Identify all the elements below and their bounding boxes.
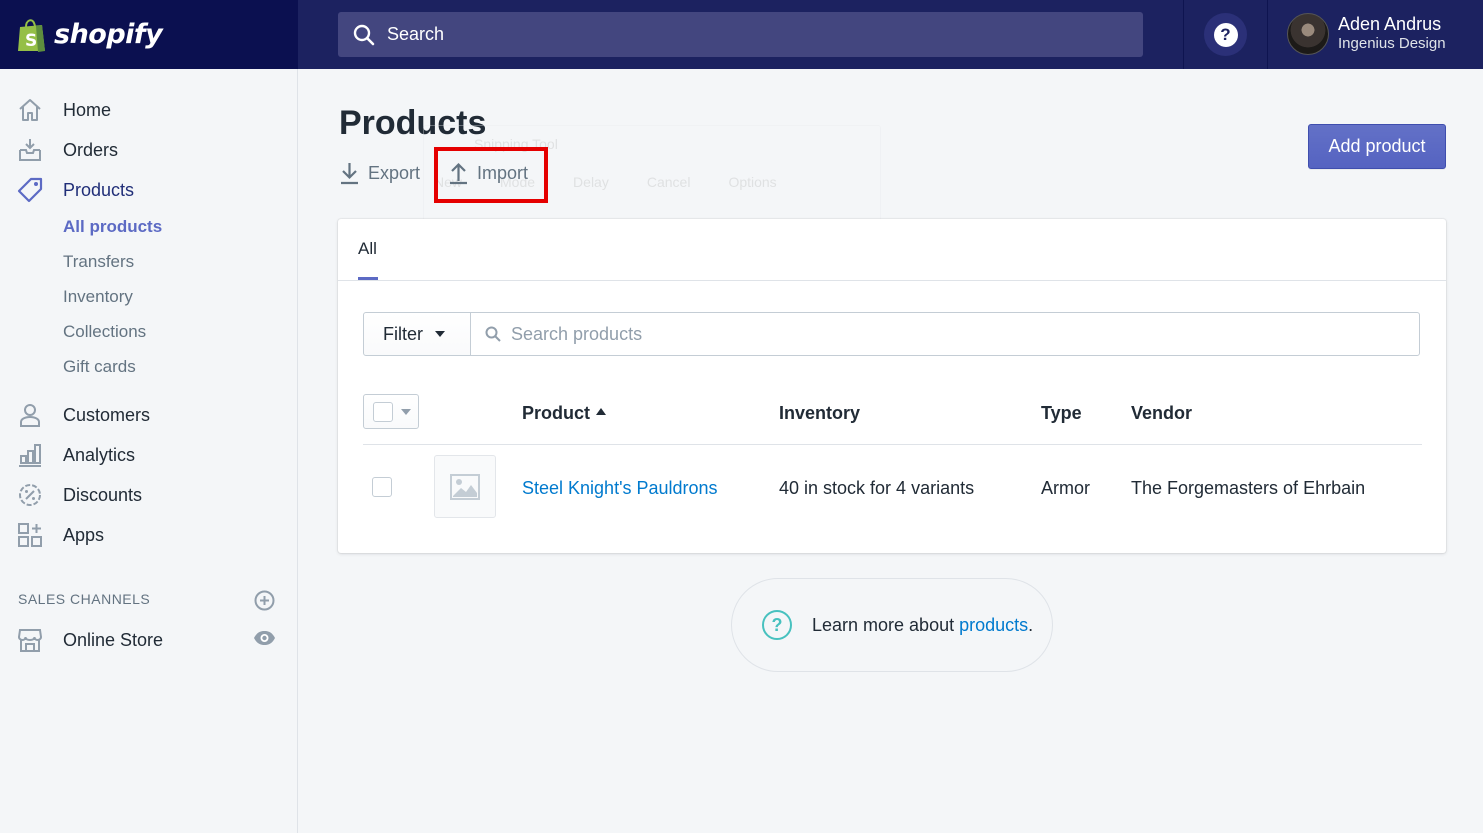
row-checkbox[interactable]: [372, 477, 392, 497]
sidebar-item-label: Analytics: [63, 444, 136, 465]
global-search[interactable]: Search: [338, 12, 1143, 57]
question-circle-icon: ?: [762, 610, 792, 640]
eye-icon[interactable]: [253, 630, 276, 646]
sidebar-item-analytics[interactable]: Analytics: [16, 440, 135, 470]
image-placeholder-icon: [450, 473, 480, 500]
sales-channels-heading: SALES CHANNELS: [18, 591, 151, 607]
header-divider: [363, 444, 1422, 445]
sidebar-item-discounts[interactable]: Discounts: [16, 480, 142, 510]
sidebar-item-products[interactable]: Products: [16, 175, 134, 205]
sidebar-subitem-transfers[interactable]: Transfers: [63, 252, 134, 272]
filter-button[interactable]: Filter: [363, 312, 471, 356]
sidebar-item-label: Customers: [63, 404, 151, 425]
help-button[interactable]: ?: [1204, 13, 1247, 56]
person-icon: [16, 401, 44, 429]
store-icon: [16, 626, 44, 654]
product-inventory: 40 in stock for 4 variants: [779, 478, 975, 498]
overlay-options: Options: [728, 174, 777, 190]
select-all-control[interactable]: [363, 394, 419, 429]
column-header-product[interactable]: Product: [522, 403, 607, 424]
search-icon: [485, 326, 501, 342]
user-name: Aden Andrus: [1338, 14, 1442, 34]
sidebar: Home Orders Products All products Transf…: [0, 69, 298, 833]
column-header-type: Type: [1041, 403, 1082, 423]
product-type: Armor: [1041, 478, 1090, 498]
column-header-vendor: Vendor: [1131, 403, 1193, 423]
add-product-button[interactable]: Add product: [1308, 124, 1446, 169]
global-search-placeholder: Search: [387, 24, 445, 44]
learn-more-prefix: Learn more about: [812, 614, 960, 635]
product-thumbnail[interactable]: [434, 455, 496, 518]
export-button[interactable]: Export: [339, 160, 420, 186]
sidebar-subitem-gift-cards[interactable]: Gift cards: [63, 357, 136, 377]
apps-icon: [16, 521, 44, 549]
sidebar-item-orders[interactable]: Orders: [16, 135, 118, 165]
topbar-divider: [1267, 0, 1268, 69]
tabs-divider: [338, 280, 1446, 281]
overlay-cancel: Cancel: [646, 174, 691, 190]
caret-down-icon: [435, 331, 445, 337]
sidebar-item-apps[interactable]: Apps: [16, 520, 104, 550]
user-org: Ingenius Design: [1338, 35, 1446, 52]
products-card: All Filter Product Inventory Type Vendor…: [338, 219, 1446, 553]
sidebar-item-label: Home: [63, 99, 112, 120]
import-highlight-annotation: [434, 147, 548, 203]
sidebar-item-label: Products: [63, 179, 135, 200]
bar-chart-icon: [16, 441, 44, 469]
sidebar-item-label: Orders: [63, 139, 119, 160]
top-bar: S shopify Search ? Aden Andrus Ingenius …: [0, 0, 1483, 69]
sort-ascending-icon: [596, 407, 607, 415]
download-icon: [341, 163, 358, 185]
product-vendor: The Forgemasters of Ehrbain: [1131, 478, 1366, 498]
shopping-bag-icon: S: [18, 18, 45, 52]
logo-text: shopify: [54, 19, 163, 50]
home-icon: [16, 96, 44, 124]
sidebar-item-label: Apps: [63, 524, 105, 545]
sidebar-subitem-all-products[interactable]: All products: [63, 217, 162, 237]
user-menu[interactable]: Aden Andrus Ingenius Design: [1287, 13, 1446, 55]
svg-text:S: S: [25, 31, 37, 51]
select-all-checkbox[interactable]: [373, 401, 393, 422]
overlay-delay: Delay: [573, 174, 609, 190]
product-name-link[interactable]: Steel Knight's Pauldrons: [522, 478, 718, 499]
sidebar-subitem-collections[interactable]: Collections: [63, 322, 146, 342]
tag-icon: [16, 176, 44, 204]
learn-more-callout: ? Learn more about products.: [731, 578, 1053, 672]
filter-label: Filter: [383, 323, 423, 344]
sidebar-item-label: Discounts: [63, 484, 143, 505]
column-header-inventory: Inventory: [779, 403, 861, 423]
page-title: Products: [339, 104, 487, 142]
sidebar-item-customers[interactable]: Customers: [16, 400, 150, 430]
learn-more-text: Learn more about products.: [812, 615, 1033, 636]
learn-more-suffix: .: [1028, 614, 1034, 635]
orders-icon: [16, 136, 44, 164]
discount-icon: [16, 481, 44, 509]
shopify-logo[interactable]: S shopify: [0, 0, 298, 69]
topbar-divider: [1183, 0, 1184, 69]
search-icon: [353, 24, 375, 45]
export-label: Export: [368, 162, 421, 183]
column-header-label: Product: [522, 403, 591, 423]
learn-more-link[interactable]: products: [959, 615, 1028, 635]
sidebar-item-label: Online Store: [63, 629, 164, 650]
question-icon: ?: [1213, 22, 1238, 47]
avatar: [1287, 13, 1329, 55]
tab-all[interactable]: All: [358, 239, 377, 259]
caret-down-icon[interactable]: [401, 408, 411, 415]
sidebar-item-home[interactable]: Home: [16, 95, 111, 125]
add-sales-channel-icon[interactable]: [254, 590, 275, 611]
search-products-input[interactable]: [511, 323, 1311, 345]
search-products-field[interactable]: [470, 312, 1420, 356]
sidebar-item-online-store[interactable]: Online Store: [16, 625, 163, 655]
sidebar-subitem-inventory[interactable]: Inventory: [63, 287, 133, 307]
